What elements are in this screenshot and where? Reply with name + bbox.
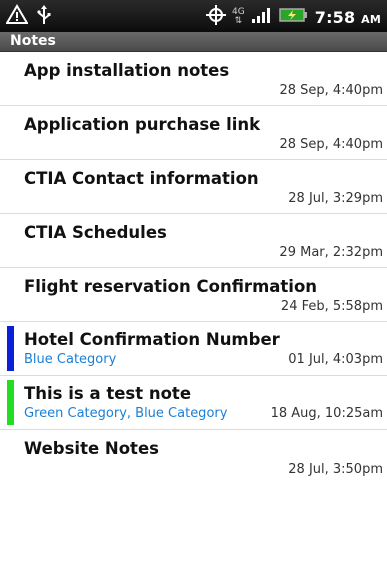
note-category: Blue Category	[24, 352, 117, 367]
note-title: Hotel Confirmation Number	[24, 330, 280, 349]
category-color-bar	[7, 380, 14, 425]
note-title: CTIA Contact information	[24, 169, 259, 188]
note-title: Flight reservation Confirmation	[24, 277, 318, 296]
app-title: Notes	[10, 33, 56, 49]
note-title: This is a test note	[24, 384, 192, 403]
note-item[interactable]: This is a test note Green Category, Blue…	[0, 376, 387, 430]
note-date: 18 Aug, 10:25am	[270, 406, 383, 421]
note-title: Application purchase link	[24, 115, 261, 134]
gps-icon	[206, 4, 227, 30]
note-date: 24 Feb, 5:58pm	[280, 299, 383, 314]
status-right: 4G ⇅ 7:58 AM	[206, 4, 381, 30]
notes-list: App installation notes 28 Sep, 4:40pm Ap…	[0, 52, 387, 484]
note-date: 28 Jul, 3:50pm	[288, 462, 383, 477]
note-category: Green Category, Blue Category	[24, 406, 228, 421]
category-color-bar	[7, 326, 14, 371]
note-date: 01 Jul, 4:03pm	[288, 352, 383, 367]
note-item[interactable]: Hotel Confirmation Number Blue Category …	[0, 322, 387, 376]
status-bar: 4G ⇅ 7:58 AM	[0, 0, 387, 32]
note-item[interactable]: Application purchase link 28 Sep, 4:40pm	[0, 106, 387, 160]
warning-icon	[5, 4, 29, 30]
note-date: 28 Sep, 4:40pm	[279, 137, 383, 152]
note-item[interactable]: Website Notes 28 Jul, 3:50pm	[0, 430, 387, 484]
note-item[interactable]: CTIA Contact information 28 Jul, 3:29pm	[0, 160, 387, 214]
usb-icon	[36, 4, 52, 30]
note-item[interactable]: App installation notes 28 Sep, 4:40pm	[0, 52, 387, 106]
network-4g-icon: 4G ⇅	[232, 7, 245, 26]
note-date: 28 Sep, 4:40pm	[279, 83, 383, 98]
note-item[interactable]: Flight reservation Confirmation 24 Feb, …	[0, 268, 387, 322]
status-left	[5, 4, 52, 30]
signal-icon	[251, 4, 273, 30]
clock: 7:58 AM	[315, 8, 381, 27]
note-title: Website Notes	[24, 439, 159, 458]
note-title: CTIA Schedules	[24, 223, 167, 242]
note-date: 28 Jul, 3:29pm	[288, 191, 383, 206]
note-item[interactable]: CTIA Schedules 29 Mar, 2:32pm	[0, 214, 387, 268]
note-date: 29 Mar, 2:32pm	[279, 245, 383, 260]
app-title-bar: Notes	[0, 32, 387, 52]
clock-time: 7:58	[314, 7, 356, 27]
note-title: App installation notes	[24, 61, 230, 80]
clock-ampm: AM	[361, 12, 381, 26]
battery-charging-icon	[278, 4, 309, 30]
